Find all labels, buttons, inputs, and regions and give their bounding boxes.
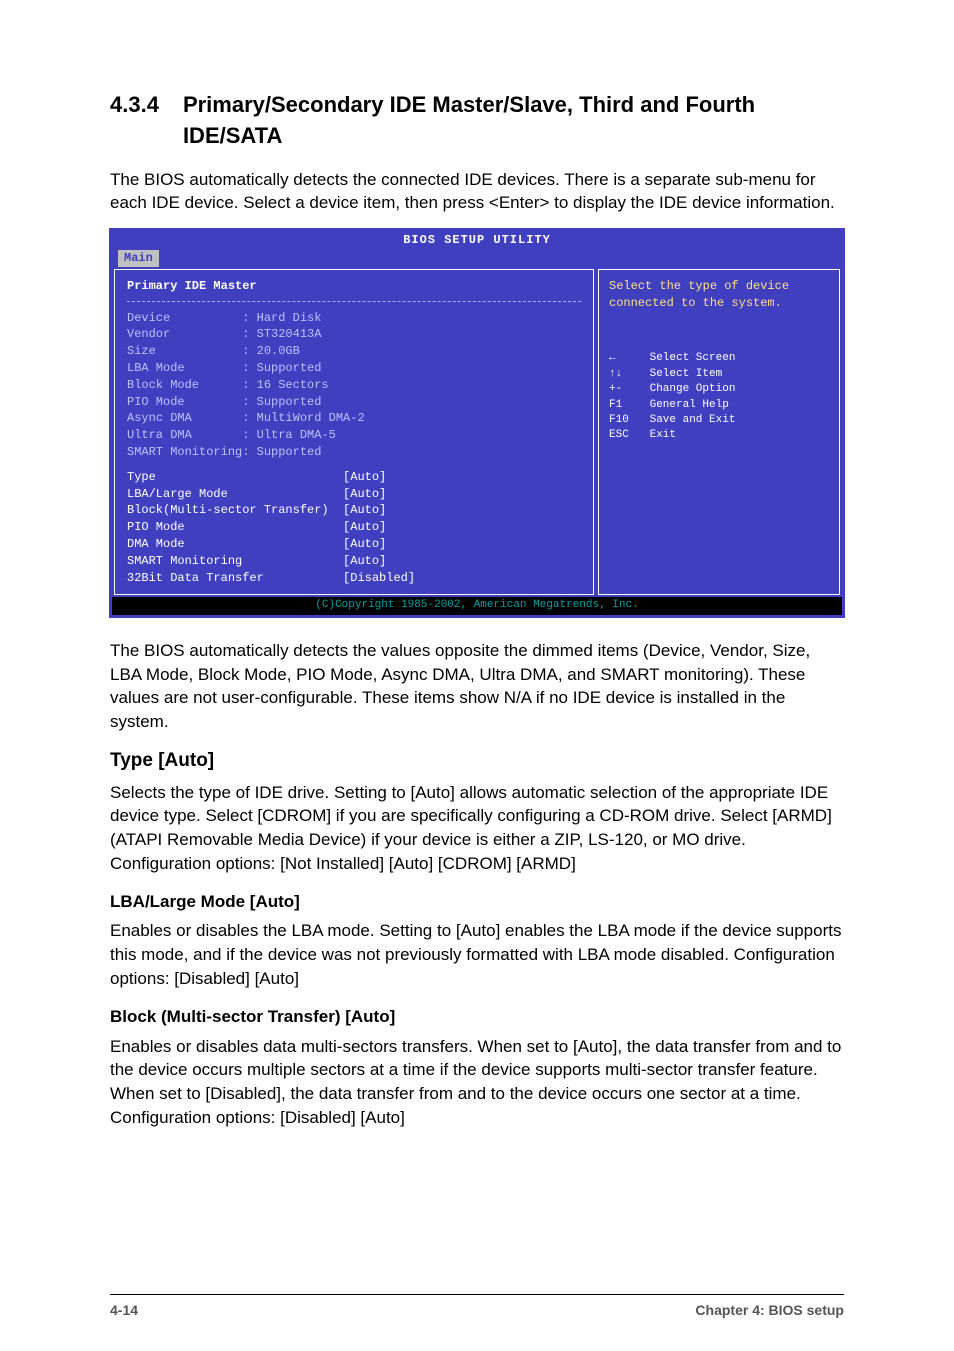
bios-info-list: Device : Hard Disk Vendor : ST320413A Si… <box>127 310 581 461</box>
section-heading: 4.3.4 Primary/Secondary IDE Master/Slave… <box>110 90 844 152</box>
bios-left-pane: Primary IDE Master Device : Hard Disk Ve… <box>114 269 594 596</box>
bios-key-hints: ← Select Screen↑↓ Select Item+- Change O… <box>609 351 829 443</box>
block-body: Enables or disables data multi-sectors t… <box>110 1035 844 1130</box>
lba-heading: LBA/Large Mode [Auto] <box>110 890 844 914</box>
intro-paragraph: The BIOS automatically detects the conne… <box>110 168 844 216</box>
bios-right-pane: Select the type of device connected to t… <box>598 269 840 596</box>
bios-tab-main[interactable]: Main <box>118 250 159 267</box>
type-heading: Type [Auto] <box>110 748 844 775</box>
bios-help-text: Select the type of device connected to t… <box>609 278 829 312</box>
section-title: Primary/Secondary IDE Master/Slave, Thir… <box>183 90 844 152</box>
after-bios-paragraph: The BIOS automatically detects the value… <box>110 639 844 734</box>
bios-setup-panel: BIOS SETUP UTILITY Main Primary IDE Mast… <box>110 229 844 617</box>
lba-body: Enables or disables the LBA mode. Settin… <box>110 919 844 990</box>
section-number: 4.3.4 <box>110 90 159 121</box>
bios-left-header: Primary IDE Master <box>127 278 581 295</box>
page-number: 4-14 <box>110 1301 138 1321</box>
block-heading: Block (Multi-sector Transfer) [Auto] <box>110 1005 844 1029</box>
bios-tabs: Main <box>112 250 842 267</box>
bios-title: BIOS SETUP UTILITY <box>112 231 842 250</box>
page-footer: 4-14 Chapter 4: BIOS setup <box>110 1294 844 1321</box>
bios-footer: (C)Copyright 1985-2002, American Megatre… <box>112 597 842 614</box>
bios-options-list[interactable]: Type [Auto] LBA/Large Mode [Auto] Block(… <box>127 469 581 587</box>
chapter-label: Chapter 4: BIOS setup <box>695 1301 844 1321</box>
type-body: Selects the type of IDE drive. Setting t… <box>110 781 844 876</box>
